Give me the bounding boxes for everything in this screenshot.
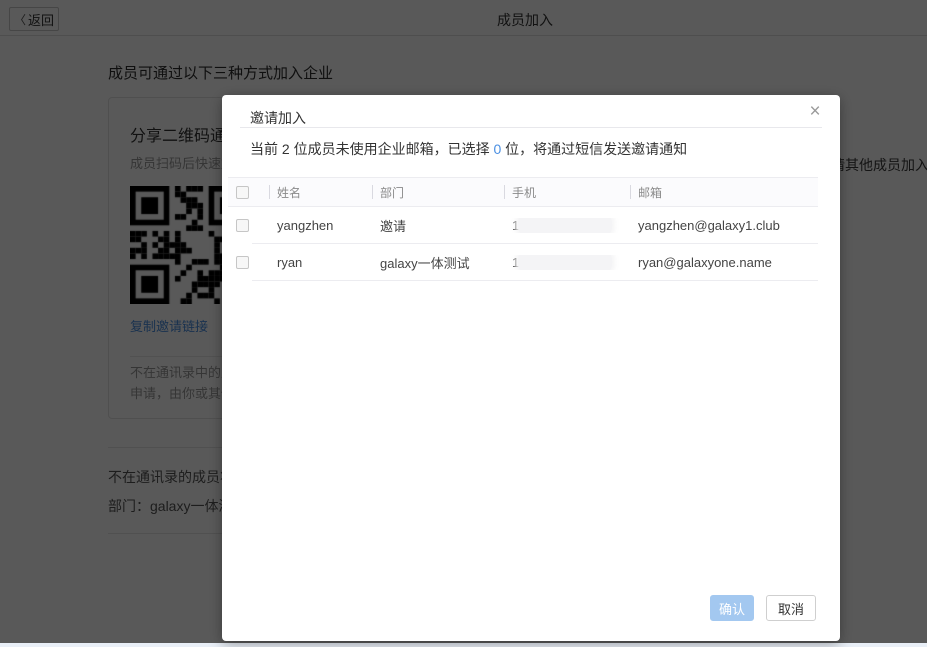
member-phone: 1 (504, 255, 630, 270)
column-header-department: 部门 (372, 184, 504, 201)
desc-part2: 位，将通过短信发送邀请通知 (501, 141, 687, 157)
column-header-email: 邮箱 (630, 184, 818, 201)
select-all-cell (228, 186, 269, 199)
table-header-row: 姓名 部门 手机 邮箱 (228, 177, 818, 207)
dialog-description: 当前 2 位成员未使用企业邮箱，已选择 0 位，将通过短信发送邀请通知 (250, 139, 687, 159)
table-row: yangzhen 邀请 1 yangzhen@galaxy1.club (228, 207, 818, 244)
invite-join-dialog: 邀请加入 × 当前 2 位成员未使用企业邮箱，已选择 0 位，将通过短信发送邀请… (222, 95, 840, 641)
members-table: 姓名 部门 手机 邮箱 yangzhen 邀请 1 yangzhen@galax… (228, 177, 818, 281)
member-phone: 1 (504, 218, 630, 233)
phone-redaction-blur (518, 255, 612, 270)
member-name: yangzhen (269, 218, 372, 233)
member-department: galaxy一体测试 (372, 253, 504, 272)
confirm-button[interactable]: 确认 (710, 595, 754, 621)
column-header-name: 姓名 (269, 184, 372, 201)
dialog-header-divider (240, 127, 822, 128)
row-checkbox[interactable] (236, 256, 249, 269)
row-checkbox-cell (228, 219, 269, 232)
dialog-title: 邀请加入 (250, 108, 306, 128)
member-department: 邀请 (372, 216, 504, 235)
close-icon[interactable]: × (803, 100, 827, 124)
select-all-checkbox[interactable] (236, 186, 249, 199)
row-checkbox-cell (228, 256, 269, 269)
member-email: yangzhen@galaxy1.club (630, 218, 818, 233)
table-row: ryan galaxy一体测试 1 ryan@galaxyone.name (228, 244, 818, 281)
row-checkbox[interactable] (236, 219, 249, 232)
screen: 〈返回 成员加入 成员可通过以下三种方式加入企业 分享二维码通 成员扫码后快速加… (0, 0, 927, 647)
member-email: ryan@galaxyone.name (630, 255, 818, 270)
desc-part1: 当前 2 位成员未使用企业邮箱，已选择 (250, 141, 493, 157)
dialog-actions: 确认 取消 (710, 595, 816, 621)
member-name: ryan (269, 255, 372, 270)
column-header-phone: 手机 (504, 184, 630, 201)
bottom-strip (0, 643, 927, 647)
cancel-button[interactable]: 取消 (766, 595, 816, 621)
phone-redaction-blur (518, 218, 612, 233)
